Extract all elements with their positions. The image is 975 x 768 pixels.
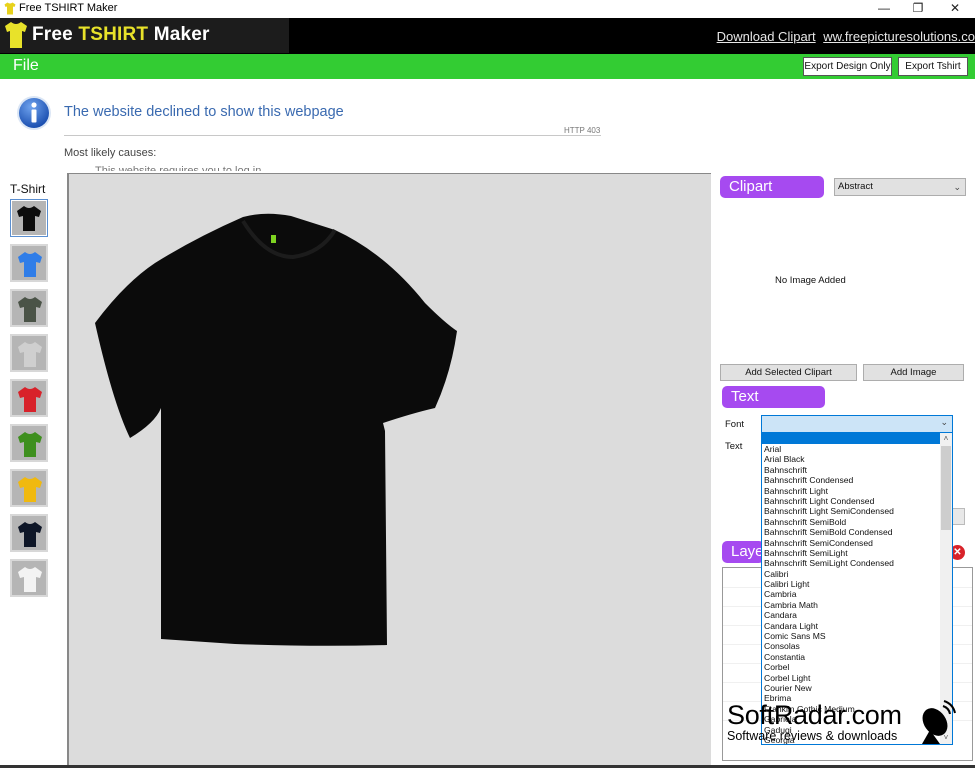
restore-button[interactable]: ❐ [900,0,936,18]
tshirt-swatch-light-grey[interactable] [10,334,48,372]
font-option[interactable]: Ebrima [764,693,940,703]
tshirt-icon [18,387,42,412]
font-option[interactable]: Bahnschrift SemiCondensed [764,538,940,548]
dropdown-scrollbar[interactable]: ˄ ˅ [940,433,952,744]
tshirt-swatch-blue[interactable] [10,244,48,282]
website-link[interactable]: ww.freepicturesolutions.co [823,29,975,44]
clipart-preview-text: No Image Added [775,275,846,286]
font-option[interactable]: Corbel [764,662,940,672]
font-dropdown-list[interactable]: Arial Arial Black Bahnschrift Bahnschrift C… [761,432,953,745]
tshirt-swatch-yellow[interactable] [10,469,48,507]
font-option[interactable]: Calibri [764,569,940,579]
menu-bar: File Export Design Only Export Tshirt [0,54,975,79]
clipart-category-select[interactable]: Abstract ⌄ [834,178,966,196]
font-option[interactable]: Calibri Light [764,579,940,589]
font-option[interactable]: Arial [764,444,940,454]
font-option[interactable]: Bahnschrift Light SemiCondensed [764,506,940,516]
http-code: HTTP 403 [564,126,601,135]
font-option[interactable]: Corbel Light [764,673,940,683]
tshirt-swatch-black[interactable] [10,199,48,237]
minimize-button[interactable]: — [866,0,902,18]
tshirt-app-icon [4,2,16,15]
clipart-header: Clipart [720,176,824,198]
info-icon [17,96,51,130]
tshirt-label: T-Shirt [10,182,46,196]
font-option[interactable]: Bahnschrift SemiLight [764,548,940,558]
chevron-down-icon: ⌄ [953,182,961,192]
font-option[interactable]: Cambria Math [764,600,940,610]
title-bar: Free TSHIRT Maker — ❐ ✕ [0,0,975,18]
tshirt-swatch-dark-grey[interactable] [10,289,48,327]
download-clipart-link[interactable]: Download Clipart [717,29,816,44]
font-select[interactable]: ⌄ [761,415,953,433]
text-apply-button[interactable] [952,508,965,525]
tshirt-icon [18,252,42,277]
app-window: Free TSHIRT Maker — ❐ ✕ Free TSHIRT Make… [0,0,975,768]
font-option[interactable]: Constantia [764,652,940,662]
causes-label: Most likely causes: [64,147,157,159]
close-button[interactable]: ✕ [937,0,973,18]
tshirt-preview-image [95,213,457,646]
export-design-button[interactable]: Export Design Only [803,57,892,76]
tshirt-icon [18,297,42,322]
divider [64,135,601,136]
font-option[interactable]: Gabriola [764,714,940,724]
file-menu[interactable]: File [13,57,39,75]
tshirt-icon [18,567,42,592]
app-logo: Free TSHIRT Maker [0,18,289,53]
tshirt-icon [17,206,41,231]
web-browser-panel: The website declined to show this webpag… [0,79,975,171]
font-option[interactable]: Bahnschrift SemiLight Condensed [764,558,940,568]
clipart-category-value: Abstract [838,181,873,192]
font-option[interactable]: Bahnschrift Condensed [764,475,940,485]
font-option[interactable]: Franklin Gothic Medium [764,704,940,714]
font-option[interactable]: Cambria [764,589,940,599]
font-option[interactable]: Bahnschrift SemiBold Condensed [764,527,940,537]
font-option[interactable]: Bahnschrift [764,465,940,475]
tshirt-swatch-green[interactable] [10,424,48,462]
tshirt-icon [18,522,42,547]
design-canvas[interactable] [67,173,711,768]
export-tshirt-button[interactable]: Export Tshirt [898,57,968,76]
tshirt-swatch-white[interactable] [10,559,48,597]
layers-header: Layers [722,541,776,563]
chevron-down-icon: ⌄ [940,417,948,427]
window-title: Free TSHIRT Maker [19,2,118,14]
font-option[interactable]: Courier New [764,683,940,693]
error-heading: The website declined to show this webpag… [64,104,344,120]
cause-item: This website requires you to log in. [95,165,265,171]
font-option[interactable]: Bahnschrift SemiBold [764,517,940,527]
font-option[interactable]: Consolas [764,641,940,651]
satellite-dish-icon [922,700,956,744]
font-label: Font [725,419,745,430]
add-image-button[interactable]: Add Image [863,364,964,381]
logo-text: Free TSHIRT Maker [32,24,210,45]
font-option[interactable]: Bahnschrift Light [764,486,940,496]
font-option[interactable]: Arial Black [764,454,940,464]
text-header: Text [722,386,825,408]
font-options: Arial Arial Black Bahnschrift Bahnschrift C… [764,444,940,744]
tshirt-icon [18,342,42,367]
font-option[interactable]: Comic Sans MS [764,631,940,641]
font-option[interactable]: Georgia [764,735,940,744]
dropdown-selected-row[interactable] [762,433,940,444]
font-option[interactable]: Candara [764,610,940,620]
scrollbar-thumb[interactable] [941,446,951,530]
text-label: Text [725,441,743,452]
font-option[interactable]: Candara Light [764,621,940,631]
font-option[interactable]: Gadugi [764,725,940,735]
tshirt-swatch-navy[interactable] [10,514,48,552]
tshirt-swatch-red[interactable] [10,379,48,417]
header-banner: Free TSHIRT Maker Download Clipart ww.fr… [0,18,975,54]
header-links: Download Clipart ww.freepicturesolutions… [717,29,975,44]
tshirt-icon [18,477,42,502]
font-option[interactable]: Bahnschrift Light Condensed [764,496,940,506]
add-selected-clipart-button[interactable]: Add Selected Clipart [720,364,857,381]
tshirt-logo-icon [5,22,27,48]
scroll-up-icon[interactable]: ˄ [940,433,952,445]
tshirt-icon [18,432,42,457]
